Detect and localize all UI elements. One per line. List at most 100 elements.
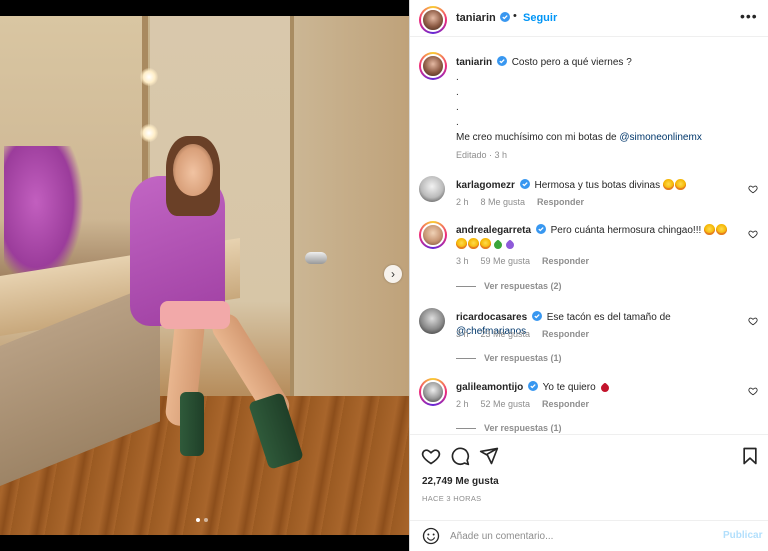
post-photo[interactable] <box>0 16 409 535</box>
view-replies-button[interactable]: Ver respuestas (1) <box>456 353 562 363</box>
bookmark-icon[interactable] <box>740 446 760 466</box>
comment-input[interactable] <box>450 527 710 545</box>
replies-divider <box>456 357 476 359</box>
caption-line: Me creo muchísimo con mi botas de <box>456 132 620 143</box>
photo-boot <box>180 392 204 456</box>
comment-meta: 2 h 52 Me gusta Responder <box>456 399 589 409</box>
author-avatar[interactable] <box>419 6 447 34</box>
view-replies-label: Ver respuestas (2) <box>484 281 562 291</box>
star-struck-emoji-icon <box>480 238 491 249</box>
carousel-indicator <box>196 518 208 522</box>
comment-meta: 3 h 23 Me gusta Responder <box>456 329 589 339</box>
comment-body: Hermosa y tus botas divinas <box>534 180 661 191</box>
caption-line: . <box>456 72 459 83</box>
star-struck-emoji-icon <box>456 238 467 249</box>
photo-lamp <box>140 124 158 142</box>
star-struck-emoji-icon <box>704 224 716 235</box>
caption-meta: Editado · 3 h <box>456 150 508 160</box>
author-username[interactable]: taniarin <box>456 12 496 24</box>
comments-list[interactable]: taniarin Costo pero a qué viernes ? . . … <box>410 38 768 434</box>
comment-body: Yo te quiero <box>542 382 596 393</box>
view-replies-label: Ver respuestas (1) <box>484 353 562 363</box>
carousel-next-button[interactable]: › <box>384 265 402 283</box>
publish-button[interactable]: Publicar <box>723 530 762 541</box>
carousel-dot <box>196 518 200 522</box>
star-struck-emoji-icon <box>716 224 728 235</box>
replies-divider <box>456 285 476 287</box>
comment-icon[interactable] <box>450 446 470 466</box>
author-avatar[interactable] <box>419 52 447 80</box>
star-struck-emoji-icon <box>662 179 674 190</box>
chevron-right-icon: › <box>391 267 395 281</box>
view-replies-button[interactable]: Ver respuestas (2) <box>456 281 562 291</box>
reply-button[interactable]: Responder <box>542 329 589 339</box>
follow-button[interactable]: Seguir <box>523 12 557 24</box>
carousel-dot <box>204 518 208 522</box>
post-timestamp: HACE 3 HORAS <box>422 494 482 503</box>
comment-composer: Publicar <box>410 520 768 551</box>
verified-icon <box>528 381 539 391</box>
comment-meta: 2 h 8 Me gusta Responder <box>456 197 584 207</box>
verified-icon <box>519 179 530 189</box>
verified-icon <box>500 12 510 22</box>
comment-body: Ese tacón es del tamaño de <box>546 312 671 323</box>
comment-meta: 3 h 59 Me gusta Responder <box>456 256 589 266</box>
comment-time: 3 h <box>456 256 469 266</box>
green-heart-icon <box>492 239 504 251</box>
verified-icon <box>496 56 507 66</box>
comment-likes[interactable]: 52 Me gusta <box>481 399 531 409</box>
purple-heart-icon <box>504 239 516 251</box>
caption-line: . <box>456 117 459 128</box>
caption-mention[interactable]: @simoneonlinemx <box>619 132 701 143</box>
comment-time: 2 h <box>456 399 469 409</box>
instagram-post-modal: › taniarin • Seguir ••• taniarin Costo p… <box>0 0 768 551</box>
comment-likes[interactable]: 8 Me gusta <box>481 197 526 207</box>
commenter-username[interactable]: karlagomezr <box>456 180 515 191</box>
caption-line: . <box>456 87 459 98</box>
reply-button[interactable]: Responder <box>537 197 584 207</box>
comment-text: karlagomezr Hermosa y tus botas divinas <box>456 179 736 193</box>
photo-lamp <box>140 68 158 86</box>
commenter-username[interactable]: ricardocasares <box>456 312 527 323</box>
photo-woman-shorts <box>160 301 230 329</box>
photo-woman-head <box>173 144 213 196</box>
verified-icon <box>531 311 542 321</box>
likes-count[interactable]: 22,749 Me gusta <box>422 476 499 487</box>
heart-icon[interactable] <box>748 229 758 239</box>
post-header: taniarin • Seguir ••• <box>410 0 768 37</box>
commenter-avatar[interactable] <box>419 308 445 334</box>
star-struck-emoji-icon <box>468 238 479 249</box>
photo-door-knob <box>305 252 327 264</box>
photo-door <box>290 16 409 406</box>
heart-icon[interactable] <box>748 316 758 326</box>
heart-icon[interactable] <box>421 446 441 466</box>
comment-text: galileamontijo Yo te quiero <box>456 381 736 395</box>
share-icon[interactable] <box>479 446 499 466</box>
verified-icon <box>535 224 546 234</box>
caption-username[interactable]: taniarin <box>456 57 492 68</box>
comment-text: andrealegarreta Pero cuánta hermosura ch… <box>456 224 736 252</box>
heart-icon[interactable] <box>748 184 758 194</box>
comment-likes[interactable]: 59 Me gusta <box>481 256 531 266</box>
red-heart-icon <box>599 382 612 394</box>
view-replies-label: Ver respuestas (1) <box>484 423 562 433</box>
caption-line: Costo pero a qué viernes ? <box>511 57 632 68</box>
post-actions: 22,749 Me gusta HACE 3 HORAS <box>410 434 768 520</box>
comment-time: 3 h <box>456 329 469 339</box>
comment-body: Pero cuánta hermosura chingao!!! <box>550 225 702 236</box>
star-struck-emoji-icon <box>674 179 686 190</box>
comment-likes[interactable]: 23 Me gusta <box>481 329 531 339</box>
emoji-icon[interactable] <box>422 527 440 545</box>
reply-button[interactable]: Responder <box>542 256 589 266</box>
commenter-avatar[interactable] <box>419 221 447 249</box>
commenter-avatar[interactable] <box>419 378 447 406</box>
heart-icon[interactable] <box>748 386 758 396</box>
more-icon[interactable]: ••• <box>740 8 758 24</box>
commenter-avatar[interactable] <box>419 176 445 202</box>
reply-button[interactable]: Responder <box>542 399 589 409</box>
post-sidebar: taniarin • Seguir ••• taniarin Costo per… <box>409 0 768 551</box>
commenter-username[interactable]: galileamontijo <box>456 382 523 393</box>
comment-time: 2 h <box>456 197 469 207</box>
view-replies-button[interactable]: Ver respuestas (1) <box>456 423 562 433</box>
commenter-username[interactable]: andrealegarreta <box>456 225 531 236</box>
